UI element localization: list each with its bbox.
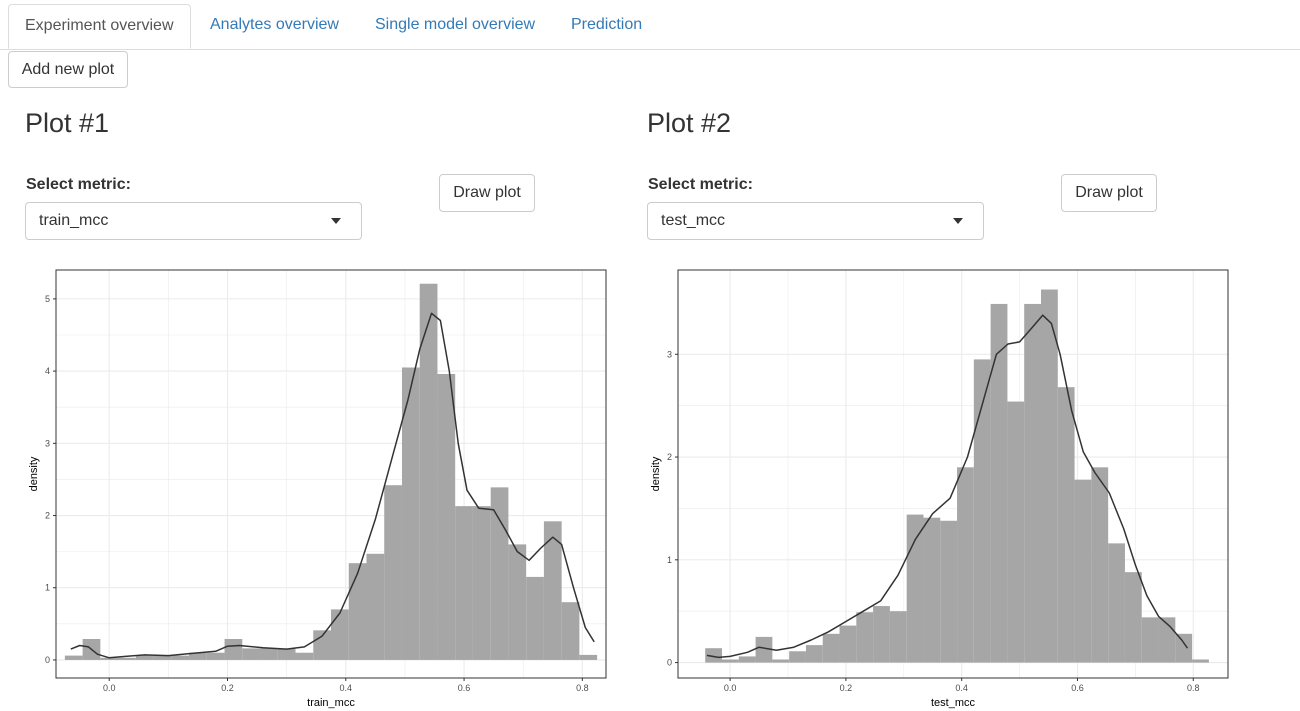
plot-1-selected-metric: train_mcc	[39, 212, 109, 229]
histogram-bar	[1192, 659, 1209, 663]
histogram-bar	[437, 373, 456, 660]
histogram-bar	[472, 506, 491, 660]
plot-2-metric-select[interactable]: test_mcc	[647, 202, 984, 240]
x-tick-label: 0.4	[955, 683, 968, 693]
y-axis-title: density	[650, 456, 662, 491]
histogram-bar	[277, 648, 296, 660]
histogram-bar	[171, 655, 190, 660]
x-tick-label: 0.8	[576, 683, 589, 693]
caret-down-icon	[331, 218, 341, 224]
histogram-bar	[839, 625, 857, 663]
histogram-bar	[490, 487, 509, 660]
y-tick-label: 4	[45, 366, 50, 376]
histogram-bar	[526, 576, 544, 660]
histogram-bar	[242, 648, 261, 660]
histogram-bar	[1024, 303, 1041, 663]
tab-single-model-overview[interactable]: Single model overview	[375, 0, 535, 49]
histogram-bar	[1041, 289, 1058, 663]
add-new-plot-button[interactable]: Add new plot	[8, 51, 128, 88]
histogram-bar	[1057, 387, 1075, 663]
plot-1-histogram-chart: 0.0 0.2 0.4 0.6 0.8 0 1 2 3 4 5 train_mcc density	[28, 269, 607, 709]
x-tick-label: 0.8	[1187, 683, 1200, 693]
x-axis-title: train_mcc	[307, 697, 355, 709]
y-tick-label: 3	[45, 438, 50, 448]
x-tick-label: 0.2	[221, 683, 234, 693]
histogram-bar	[1141, 617, 1159, 663]
histogram-bar	[508, 544, 527, 660]
histogram-bar	[1074, 479, 1092, 663]
plot-1-title: Plot #1	[25, 108, 110, 138]
y-tick-label: 1	[667, 555, 672, 565]
y-tick-label: 5	[45, 294, 50, 304]
histogram-bar	[206, 652, 225, 660]
plot-1-metric-select[interactable]: train_mcc	[25, 202, 362, 240]
histogram-bar	[135, 655, 154, 660]
histogram-bar	[772, 659, 790, 663]
x-tick-label: 0.6	[1071, 683, 1084, 693]
x-axis-title: test_mcc	[931, 697, 976, 709]
x-tick-label: 0.0	[103, 683, 116, 693]
histogram-bar	[64, 655, 83, 660]
histogram-bar	[889, 611, 907, 663]
histogram-bar	[856, 612, 874, 663]
caret-down-icon	[953, 218, 963, 224]
tab-prediction[interactable]: Prediction	[571, 0, 642, 49]
x-tick-label: 0.2	[840, 683, 853, 693]
plot-2-selected-metric: test_mcc	[661, 212, 726, 229]
y-tick-label: 3	[667, 349, 672, 359]
x-tick-label: 0.6	[458, 683, 471, 693]
plot-1-draw-button[interactable]: Draw plot	[439, 174, 535, 212]
y-tick-label: 0	[667, 658, 672, 668]
histogram-bar	[906, 514, 924, 663]
histogram-bar	[738, 656, 756, 663]
histogram-bar	[722, 659, 739, 663]
tab-analytes-overview[interactable]: Analytes overview	[210, 0, 339, 49]
histogram-bar	[1175, 633, 1193, 663]
histogram-bar	[1091, 467, 1109, 663]
plot-2-draw-button[interactable]: Draw plot	[1061, 174, 1157, 212]
histogram-bar	[923, 517, 941, 663]
y-tick-label: 1	[45, 583, 50, 593]
histogram-bar	[384, 485, 402, 660]
plot-2-select-label: Select metric:	[648, 176, 753, 193]
y-tick-label: 2	[45, 511, 50, 521]
histogram-bar	[118, 657, 136, 660]
histogram-bar	[455, 506, 473, 660]
histogram-bar	[822, 633, 840, 663]
y-tick-label: 2	[667, 452, 672, 462]
histogram-bar	[224, 639, 243, 660]
histogram-bar	[1108, 543, 1125, 663]
plot-2-histogram-chart: 0.0 0.2 0.4 0.6 0.8 0 1 2 3 test_mcc density	[650, 269, 1229, 709]
plot-1-select-label: Select metric:	[26, 176, 131, 193]
histogram-bar	[873, 606, 890, 663]
y-axis-title: density	[28, 456, 40, 491]
histogram-bar	[260, 648, 278, 660]
histogram-bar	[940, 520, 958, 663]
tab-bar: Experiment overview Analytes overview Si…	[0, 0, 1300, 50]
histogram-bar	[561, 602, 580, 660]
histogram-bar	[313, 630, 331, 660]
histogram-bar	[348, 563, 367, 660]
tab-experiment-overview[interactable]: Experiment overview	[8, 4, 191, 49]
histogram-bar	[1124, 572, 1142, 663]
x-tick-label: 0.4	[340, 683, 353, 693]
histogram-bar	[1007, 401, 1025, 663]
y-tick-label: 0	[45, 655, 50, 665]
x-tick-label: 0.0	[724, 683, 737, 693]
histogram-bar	[366, 553, 385, 660]
histogram-bar	[805, 645, 823, 663]
histogram-bar	[579, 654, 598, 660]
histogram-bar	[957, 467, 974, 663]
histogram-bar	[295, 652, 314, 660]
histogram-bar	[990, 303, 1008, 663]
histogram-bar	[789, 651, 806, 663]
histogram-bar	[331, 609, 349, 660]
plot-2-title: Plot #2	[647, 108, 732, 138]
tab-bar-divider	[0, 49, 1300, 50]
